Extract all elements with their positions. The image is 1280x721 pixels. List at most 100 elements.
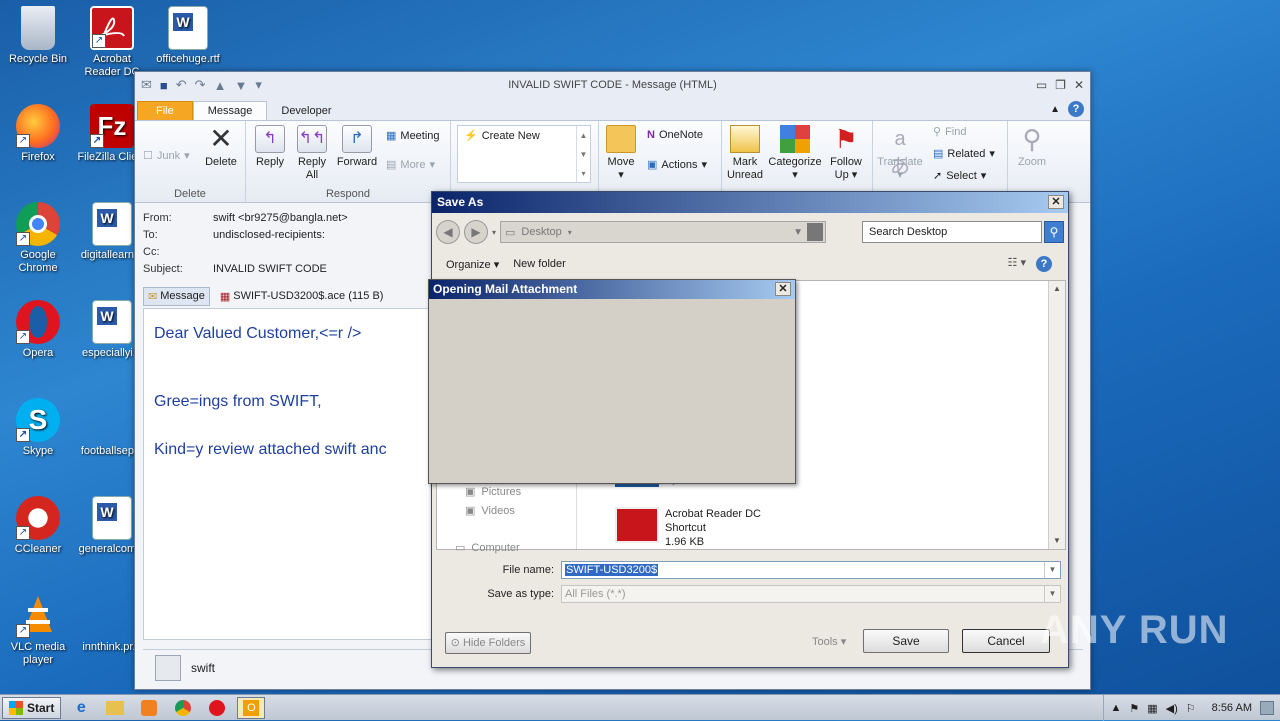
dialog-title: Save As ✕ [432,192,1068,213]
related-button[interactable]: ▤ Related ▾ [933,147,995,161]
desktop-icon-recycle-bin[interactable]: Recycle Bin [0,6,76,66]
more-button[interactable]: ▤ More ▾ [386,158,435,172]
outlook-icon[interactable]: O [237,696,266,719]
tab-message[interactable]: Message [192,101,268,120]
nav-item-computer[interactable]: ▭ Computer [455,541,520,555]
nav-item-pictures[interactable]: ▣ Pictures [465,485,521,499]
address-dropdown-icon[interactable]: ▼ [793,227,803,238]
new-folder-button[interactable]: New folder [513,258,566,270]
attachment-file[interactable]: ▦ SWIFT-USD3200$.ace (115 B) [216,288,388,305]
file-name-input[interactable]: SWIFT-USD3200$ ▼ [561,561,1061,579]
volume-icon[interactable]: ◀) [1166,702,1178,715]
collapse-ribbon-icon[interactable]: ▲ [1050,104,1060,115]
desktop-icon-skype[interactable]: S ↗ Skype [0,398,76,458]
to-value: undisclosed-recipients: [213,229,325,241]
select-button[interactable]: ➚ Select ▾ [933,169,986,183]
save-icon[interactable]: ■ [160,78,168,93]
move-folder-icon [606,125,636,153]
reply-all-button[interactable]: ↰↰ Reply All [292,125,332,182]
network-icon[interactable]: ▦ [1147,702,1157,715]
help-icon[interactable]: ? [1068,101,1084,117]
desktop-icon-opera[interactable]: ↗ Opera [0,300,76,360]
close-icon[interactable]: ✕ [1074,78,1084,92]
title-bar: ✉ ■ ↶ ↷ ▲ ▼ ▾ INVALID SWIFT CODE - Messa… [135,72,1090,98]
actions-button[interactable]: ▣ Actions ▾ [647,158,707,172]
tools-button[interactable]: Tools ▾ [812,635,846,648]
from-value[interactable]: swift <br9275@bangla.net> [213,212,348,229]
meeting-button[interactable]: ▦ Meeting [386,129,440,143]
search-input[interactable]: Search Desktop [862,221,1042,243]
undo-icon[interactable]: ↶ [176,77,187,93]
file-explorer-icon[interactable] [101,697,129,719]
move-button[interactable]: Move ▾ [603,125,639,182]
refresh-icon[interactable] [807,223,824,241]
search-icon[interactable]: ⚲ [1044,221,1064,243]
desktop-icon-officehuge[interactable]: W officehuge.rtf [150,6,226,66]
file-item[interactable]: Acrobat Reader DC Shortcut 1.96 KB [615,507,761,549]
reply-button[interactable]: ↰ Reply [250,125,290,169]
ribbon-group-move: Move ▾ N OneNote ▣ Actions ▾ [599,121,722,202]
media-player-icon[interactable] [135,697,163,719]
vertical-scrollbar[interactable]: ▲ ▼ [1048,281,1065,549]
create-new-button[interactable]: ⚡ Create New [464,129,540,143]
onenote-button[interactable]: N OneNote [647,129,703,141]
gallery-scroll[interactable]: ▲ ▼ ▾ [576,126,590,182]
internet-explorer-icon[interactable]: e [67,697,95,719]
action-center-icon[interactable]: ⚑ [1129,702,1139,715]
tab-developer[interactable]: Developer [267,102,345,120]
nav-item-videos[interactable]: ▣ Videos [465,504,515,518]
show-hidden-icons-icon[interactable]: ▲ [1110,702,1121,714]
save-type-select[interactable]: All Files (*.*) ▼ [561,585,1061,603]
people-name[interactable]: swift [191,661,215,675]
start-button[interactable]: Start [2,696,62,719]
magnifier-icon: ⚲ [1022,124,1042,154]
forward-button[interactable]: ↱ Forward [334,125,380,169]
redo-icon[interactable]: ↷ [195,77,206,93]
follow-up-button[interactable]: ⚑ Follow Up ▾ [824,125,868,182]
up-arrow-icon[interactable]: ▲ [214,78,227,93]
junk-button[interactable]: ☐ Junk ▾ [143,149,190,163]
vlc-cone-icon: ↗ [16,594,60,638]
tab-file[interactable]: File [137,101,193,120]
history-dropdown-icon[interactable]: ▾ [492,228,496,237]
help-icon[interactable]: ? [1036,256,1052,272]
scroll-down-icon[interactable]: ▼ [1049,533,1065,549]
mark-unread-button[interactable]: Mark Unread [724,125,766,182]
forward-icon[interactable]: ▶ [464,220,488,244]
view-options-icon[interactable]: ☷ ▾ [1008,256,1026,272]
scroll-up-icon[interactable]: ▲ [1049,281,1065,297]
desktop-icon-ccleaner[interactable]: ↗ CCleaner [0,496,76,556]
hide-folders-button[interactable]: ⊙ Hide Folders [445,632,531,654]
opera-icon[interactable] [203,697,231,719]
window-controls: ▭ ❐ ✕ [1036,78,1084,92]
address-field[interactable]: ▭ Desktop ▾ ▼ [500,221,827,243]
cancel-button[interactable]: Cancel [962,629,1050,653]
back-icon[interactable]: ◀ [436,220,460,244]
desktop-icon-firefox[interactable]: ↗ Firefox [0,104,76,164]
chevron-down-icon[interactable]: ▼ [1044,562,1060,578]
delete-button[interactable]: ✕ Delete [201,125,241,169]
desktop-icon-acrobat[interactable]: ↗ Acrobat Reader DC [74,6,150,79]
close-icon[interactable]: ✕ [1048,195,1064,209]
restore-icon[interactable]: ❐ [1055,78,1066,92]
close-icon[interactable]: ✕ [775,282,791,296]
zoom-button[interactable]: ⚲ Zoom [1012,125,1052,169]
save-button[interactable]: Save [863,629,949,653]
message-tab[interactable]: ✉ Message [143,286,210,306]
message-body[interactable]: Dear Valued Customer,<=r /> Gree=ings fr… [143,308,443,640]
desktop-icon-vlc[interactable]: ↗ VLC media player [0,594,76,667]
translate-button[interactable]: aあ Translate ▾ [875,125,925,182]
down-arrow-icon[interactable]: ▼ [234,78,247,93]
clock[interactable]: 8:56 AM [1212,702,1252,714]
chevron-down-icon[interactable]: ▼ [1044,586,1060,602]
minimize-icon[interactable]: ▭ [1036,78,1047,92]
translate-icon: aあ [890,128,910,178]
show-desktop-button[interactable] [1260,701,1274,715]
customize-qat-icon[interactable]: ▾ [255,77,262,93]
chrome-icon[interactable] [169,697,197,719]
desktop-icon-chrome[interactable]: ↗ Google Chrome [0,202,76,275]
flag-icon[interactable]: ⚐ [1186,702,1196,715]
find-button[interactable]: ⚲ Find [933,125,966,139]
categorize-button[interactable]: Categorize ▾ [768,125,822,182]
organize-button[interactable]: Organize ▾ [446,258,499,271]
